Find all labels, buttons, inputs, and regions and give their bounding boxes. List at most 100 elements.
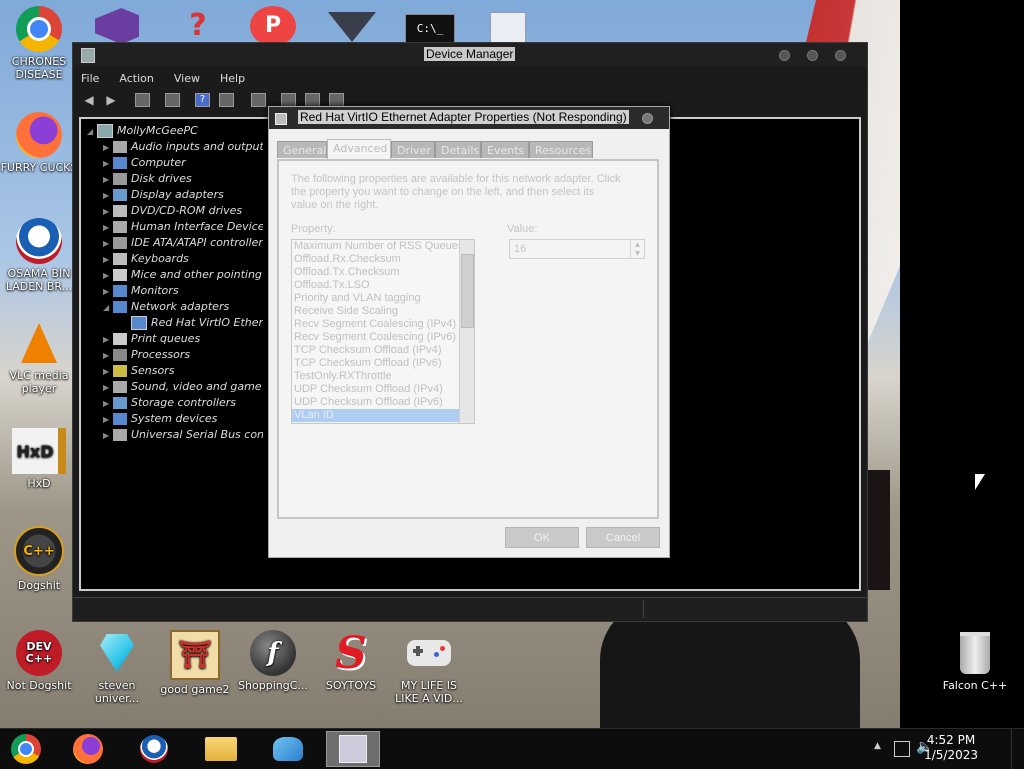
desktop-icon-soytoys[interactable]: S SOYTOYS [312,630,390,692]
desktop-icon-not-dogshit[interactable]: DEV C++ Not Dogshit [0,630,78,692]
expand-arrow-icon[interactable]: ▶ [103,284,113,299]
script-file-icon[interactable] [490,12,526,46]
tree-item-hid[interactable]: ▶ Human Interface Devices [103,219,263,235]
maximize-button[interactable] [807,50,818,61]
property-item-selected[interactable]: VLan ID [292,409,474,422]
show-hidden-icons-icon[interactable]: ▲ [874,741,881,751]
update-driver-icon[interactable] [281,93,296,107]
property-item[interactable]: TCP Checksum Offload (IPv4) [292,344,474,357]
show-hide-action-pane-icon[interactable] [219,93,234,107]
adapter-properties-dialog[interactable]: Red Hat VirtIO Ethernet Adapter Properti… [268,106,670,558]
expand-arrow-icon[interactable]: ▶ [103,188,113,203]
tree-item-print-queues[interactable]: ▶ Print queues [103,331,263,347]
start-button[interactable] [0,731,52,767]
tree-root[interactable]: ◢ MollyMcGeePC [87,123,198,139]
expand-arrow-icon[interactable]: ▶ [103,252,113,267]
property-item[interactable]: Recv Segment Coalescing (IPv4) [292,318,474,331]
uninstall-device-icon[interactable] [329,93,344,107]
property-item[interactable]: Offload.Tx.LSO [292,279,474,292]
property-item[interactable]: Offload.Rx.Checksum [292,253,474,266]
tab-resources[interactable]: Resources [529,141,593,158]
p-app-icon[interactable]: P [250,6,296,46]
minimize-button[interactable] [779,50,790,61]
taskbar-clock[interactable]: 4:52 PM 1/5/2023 [924,733,978,763]
question-mark-app-icon[interactable]: ? [180,8,216,44]
desktop-icon-good-game2[interactable]: ⛩ good game2 [156,630,234,696]
cancel-button[interactable]: Cancel [586,527,660,548]
property-item[interactable]: Priority and VLAN tagging [292,292,474,305]
back-arrow-icon[interactable]: ◀ [81,93,97,108]
tree-item-computer[interactable]: ▶ Computer [103,155,263,171]
scrollbar-thumb[interactable] [461,254,474,328]
tree-item-sensors[interactable]: ▶ Sensors [103,363,263,379]
expand-arrow-icon[interactable]: ▶ [103,140,113,155]
expand-arrow-icon[interactable]: ▶ [103,396,113,411]
tree-item-mice[interactable]: ▶ Mice and other pointing devices [103,267,263,283]
show-hide-console-tree-icon[interactable] [135,93,150,107]
desktop-icon-chrones-disease[interactable]: CHRONES DISEASE [0,6,78,81]
desktop-icon-furry-cucks[interactable]: FURRY CUCKS [0,112,78,174]
taskbar-file-explorer[interactable] [195,731,247,767]
properties-icon[interactable] [165,93,180,107]
tree-item-redhat-virtio[interactable]: Red Hat VirtIO Ethernet Adapter [131,315,263,331]
property-item[interactable]: TestOnly.RXThrottle [292,370,474,383]
expand-arrow-icon[interactable]: ▶ [103,156,113,171]
property-item[interactable]: TCP Checksum Offload (IPv6) [292,357,474,370]
desktop-icon-osama[interactable]: OSAMA BIN LADEN BR... [0,218,78,293]
desktop-icon-hxd[interactable]: HxD HxD [0,428,78,490]
tree-item-system[interactable]: ▶ System devices [103,411,263,427]
tree-item-dvd[interactable]: ▶ DVD/CD-ROM drives [103,203,263,219]
tab-driver[interactable]: Driver [391,141,435,158]
tree-item-usb[interactable]: ▶ Universal Serial Bus controllers [103,427,263,443]
menu-help[interactable]: Help [218,70,247,87]
tab-general[interactable]: General [277,141,327,158]
expand-arrow-icon[interactable]: ▶ [103,348,113,363]
expand-arrow-icon[interactable]: ▶ [103,204,113,219]
property-item[interactable]: Receive Side Scaling [292,305,474,318]
value-spinbox[interactable]: 16 ▲ ▼ [509,239,645,259]
property-list-scrollbar[interactable] [459,240,474,423]
menu-action[interactable]: Action [117,70,155,87]
tree-item-ide[interactable]: ▶ IDE ATA/ATAPI controllers [103,235,263,251]
device-manager-titlebar[interactable]: Device Manager [73,43,867,67]
command-prompt-icon[interactable]: C:\_ [405,14,455,44]
menu-file[interactable]: File [79,70,101,87]
taskbar-obama[interactable] [128,731,180,767]
help-icon[interactable]: ? [195,93,210,107]
desktop-icon-steven-universe[interactable]: steven univer... [78,630,156,705]
expand-arrow-icon[interactable]: ▶ [103,428,113,443]
tree-item-network-adapters[interactable]: ◢ Network adapters [103,299,263,315]
expand-arrow-icon[interactable]: ▶ [103,364,113,379]
property-item[interactable]: Recv Segment Coalescing (IPv6) [292,331,474,344]
desktop-icon-falcon-cpp[interactable]: Falcon C++ [936,630,1014,692]
property-list[interactable]: Maximum Number of RSS Queues Offload.Rx.… [291,239,475,424]
tree-item-monitors[interactable]: ▶ Monitors [103,283,263,299]
desktop-icon-my-life[interactable]: MY LIFE IS LIKE A VID... [390,630,468,705]
dialog-titlebar[interactable]: Red Hat VirtIO Ethernet Adapter Properti… [269,107,669,129]
collapse-arrow-icon[interactable]: ◢ [103,300,113,315]
property-item[interactable]: Maximum Number of RSS Queues [292,240,474,253]
expand-arrow-icon[interactable]: ▶ [103,268,113,283]
tree-item-keyboards[interactable]: ▶ Keyboards [103,251,263,267]
close-button[interactable] [835,50,846,61]
tree-item-audio[interactable]: ▶ Audio inputs and outputs [103,139,263,155]
tab-advanced[interactable]: Advanced [327,139,391,159]
vs-app-icon[interactable] [328,12,376,42]
expand-arrow-icon[interactable]: ▶ [103,380,113,395]
tree-item-processors[interactable]: ▶ Processors [103,347,263,363]
property-item[interactable]: UDP Checksum Offload (IPv6) [292,396,474,409]
tab-events[interactable]: Events [481,141,529,158]
scan-hardware-icon[interactable] [251,93,266,107]
menu-view[interactable]: View [172,70,202,87]
expand-arrow-icon[interactable]: ▶ [103,220,113,235]
visual-studio-icon[interactable] [95,8,139,44]
desktop-icon-dogshit[interactable]: C++ Dogshit [0,526,78,592]
network-icon[interactable] [894,741,910,757]
property-item[interactable]: Offload.Tx.Checksum [292,266,474,279]
tree-item-sound[interactable]: ▶ Sound, video and game controllers [103,379,263,395]
disable-device-icon[interactable] [305,93,320,107]
ok-button[interactable]: OK [505,527,579,548]
show-desktop-button[interactable] [1011,729,1024,769]
tree-item-display[interactable]: ▶ Display adapters [103,187,263,203]
dialog-close-button[interactable] [642,113,653,124]
